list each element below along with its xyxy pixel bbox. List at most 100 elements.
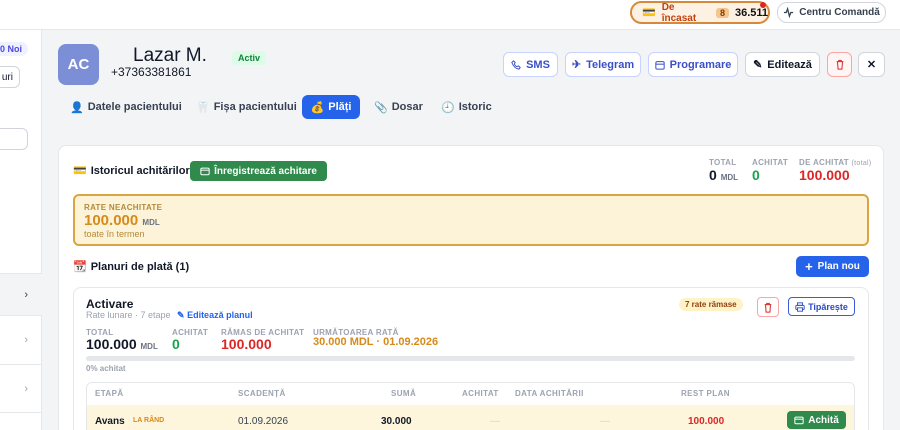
telegram-icon: ✈	[571, 59, 582, 71]
tab-patient-chart[interactable]: 🦷 Fișa pacientului	[188, 95, 305, 119]
delete-plan-button[interactable]	[757, 297, 779, 317]
card-icon: 💳	[642, 7, 656, 19]
chevron-right-icon: ›	[24, 288, 28, 301]
plan-name: Activare	[86, 297, 134, 311]
remaining-rates-badge: 7 rate rămase	[679, 298, 743, 311]
to-pay-label: DE ACHITAT (total)	[799, 158, 872, 167]
total-label: TOTAL	[709, 158, 737, 167]
unpaid-unit: MDL	[142, 218, 160, 227]
tab-label: Dosar	[391, 101, 423, 113]
close-icon: ✕	[866, 59, 877, 71]
due-amount: 36.511	[734, 6, 768, 19]
appointment-button[interactable]: Programare	[648, 52, 738, 77]
money-bag-icon: 💰	[310, 101, 325, 114]
new-label: Noi	[7, 44, 23, 54]
due-count-badge: 8	[715, 7, 729, 18]
tab-patient-data[interactable]: 👤 Datele pacientului	[62, 95, 190, 119]
sidebar: 0 Noi uri › › ›	[0, 30, 42, 430]
new-filter-chip[interactable]: 0 Noi	[0, 42, 29, 56]
filter-dropdown[interactable]: uri	[0, 66, 20, 88]
activity-icon	[784, 7, 794, 18]
plus-icon: +	[805, 259, 813, 274]
appointment-label: Programare	[669, 58, 732, 71]
sidebar-search-input[interactable]	[0, 128, 28, 150]
command-center-button[interactable]: Centru Comandă	[777, 2, 886, 23]
new-plan-label: Plan nou	[817, 261, 860, 272]
calendar-icon	[654, 60, 665, 70]
edit-plan-label: Editează planul	[187, 310, 253, 320]
patient-list-item[interactable]: ›	[0, 315, 42, 364]
close-button[interactable]: ✕	[858, 52, 885, 77]
patient-list-item[interactable]: ›	[0, 364, 42, 412]
total-unit: MDL	[720, 173, 739, 182]
calendar-icon: 📆	[73, 261, 87, 273]
tab-history[interactable]: 🕘 Istoric	[433, 95, 500, 119]
sms-label: SMS	[526, 58, 550, 71]
plan-total-value: 100.000 MDL	[86, 336, 158, 352]
due-label: De încasat	[661, 1, 697, 24]
unpaid-installments-alert: RATE NEACHITATE 100.000 MDL toate în ter…	[73, 194, 869, 246]
to-pay-label-text: DE ACHITAT	[799, 158, 849, 167]
plan-total-unit: MDL	[140, 342, 158, 351]
tab-label: Istoric	[458, 101, 492, 113]
column-header: SCADENȚĂ	[238, 389, 286, 398]
plan-total-number: 100.000	[86, 336, 137, 352]
tab-label: Datele pacientului	[87, 101, 182, 113]
paid-value: 0	[752, 167, 760, 183]
telegram-label: Telegram	[586, 58, 635, 71]
progress-label: 0% achitat	[86, 364, 126, 373]
pay-label: Achită	[808, 414, 839, 426]
phone-icon	[511, 59, 521, 70]
edit-button[interactable]: ✎ Editează	[745, 52, 820, 77]
new-plan-button[interactable]: + Plan nou	[796, 256, 869, 277]
to-pay-value: 100.000	[799, 167, 850, 183]
delete-button[interactable]	[827, 52, 852, 77]
row-rest: 100.000	[688, 416, 725, 427]
column-header: DATA ACHITĂRII	[515, 389, 584, 398]
print-button[interactable]: Tipărește	[788, 297, 855, 316]
edit-label: Editează	[767, 58, 812, 71]
chevron-right-icon: ›	[24, 382, 28, 395]
total-number: 0	[709, 167, 717, 183]
command-center-label: Centru Comandă	[799, 7, 880, 18]
tab-label: Fișa pacientului	[213, 101, 297, 113]
record-payment-button[interactable]: Înregistrează achitare	[190, 161, 327, 181]
record-payment-label: Înregistrează achitare	[214, 165, 317, 177]
row-paid: —	[490, 416, 500, 427]
sms-button[interactable]: SMS	[503, 52, 558, 77]
payment-history-label: Istoricul achitărilor	[90, 164, 190, 177]
paperclip-icon: 📎	[374, 101, 388, 114]
tab-file[interactable]: 📎 Dosar	[366, 95, 431, 119]
due-pill[interactable]: 💳 De încasat 8 36.511	[630, 1, 770, 24]
row-status-tag: LA RÂND	[133, 417, 165, 424]
payment-plans-title: 📆 Planuri de plată (1)	[73, 260, 189, 274]
payment-progress-bar	[86, 356, 855, 361]
row-paid-date: —	[600, 416, 610, 427]
clock-icon: 🕘	[441, 101, 455, 114]
pencil-icon: ✎	[753, 59, 763, 71]
pencil-icon: ✎	[177, 310, 185, 320]
tab-payments[interactable]: 💰 Plăți	[302, 95, 360, 119]
chevron-right-icon: ›	[24, 334, 28, 346]
tab-label: Plăți	[328, 101, 352, 113]
notification-dot	[760, 2, 766, 8]
trash-icon	[764, 302, 772, 313]
patient-list-item[interactable]	[0, 412, 42, 430]
patient-list-item-active[interactable]: ›	[0, 273, 42, 315]
trash-icon	[836, 59, 843, 70]
telegram-button[interactable]: ✈ Telegram	[565, 52, 641, 77]
total-value: 0 MDL	[709, 167, 738, 183]
patient-name: Lazar M.	[133, 45, 207, 66]
printer-icon	[795, 301, 805, 312]
row-stage: Avans	[95, 416, 125, 427]
unpaid-value: 100.000 MDL	[84, 212, 160, 229]
to-pay-note: (total)	[851, 160, 872, 167]
pay-installment-button[interactable]: Achită	[787, 411, 846, 429]
edit-plan-link[interactable]: ✎ Editează planul	[177, 310, 253, 321]
status-badge: Activ	[232, 51, 267, 65]
new-count: 0	[0, 44, 6, 54]
column-header: ETAPĂ	[95, 389, 124, 398]
card-icon: 💳	[73, 165, 87, 177]
paid-label: ACHITAT	[752, 158, 789, 167]
table-row	[87, 405, 854, 430]
